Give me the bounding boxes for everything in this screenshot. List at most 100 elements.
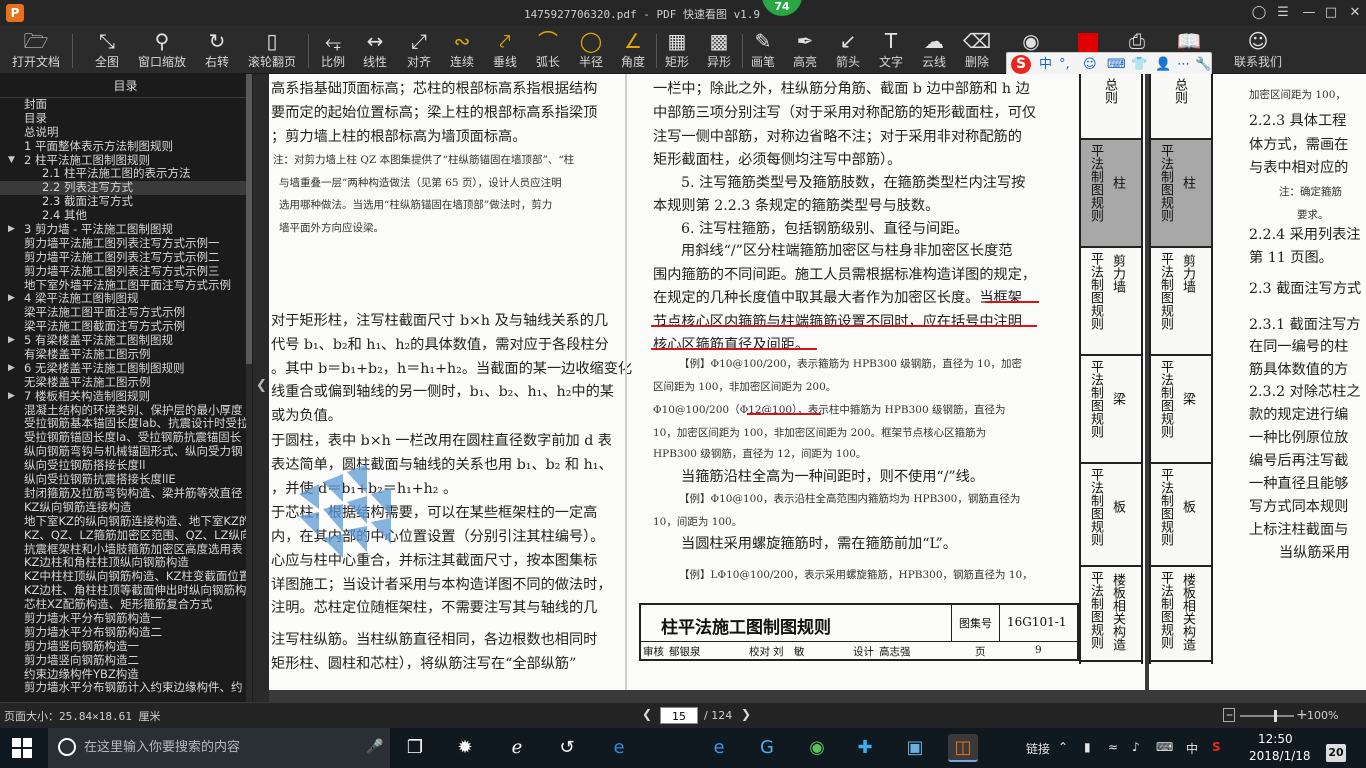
collapsed-arrow-icon[interactable]: ▶ bbox=[8, 334, 15, 348]
toc-item[interactable]: 受拉钢筋基本锚固长度lab、抗震设计时受拉 bbox=[0, 417, 251, 431]
maximize-button[interactable]: □ bbox=[1320, 3, 1342, 23]
toc-item[interactable]: ▶ 4 梁平法施工图制图规 bbox=[0, 292, 251, 306]
toc-item[interactable]: 剪力墙水平分布钢筋构造二 bbox=[0, 626, 251, 640]
ime-skin-icon[interactable]: 👕 bbox=[1131, 56, 1147, 74]
input-language[interactable]: 中 bbox=[1186, 740, 1198, 757]
toc-item[interactable]: 梁平法施工图截面注写方式示例 bbox=[0, 320, 251, 334]
toc-item[interactable]: ▶ 3 剪力墙 - 平法施工图制图规 bbox=[0, 223, 251, 237]
score-badge[interactable]: 74 bbox=[762, 0, 802, 16]
ime-user-icon[interactable]: 👤 bbox=[1155, 56, 1171, 74]
toc-item[interactable]: 目录 bbox=[0, 112, 251, 126]
arrow-button[interactable]: ↙ 箭头 bbox=[831, 28, 865, 72]
ime-punct-icon[interactable]: °, bbox=[1059, 56, 1070, 74]
toc-item[interactable]: 封面 bbox=[0, 98, 251, 112]
toc-item[interactable]: 剪力墙平法施工图列表注写方式示例三 bbox=[0, 265, 251, 279]
tray-expand-icon[interactable]: ⌃ bbox=[1058, 740, 1068, 754]
pinwheel-app-icon[interactable]: ✹ bbox=[450, 734, 480, 762]
toc-item[interactable]: KZ、QZ、LZ箍筋加密区范围、QZ、LZ纵向钢 bbox=[0, 529, 251, 543]
ime-keyboard-icon[interactable]: ⌨ bbox=[1107, 56, 1126, 74]
toc-item[interactable]: 无梁楼盖平法施工图示例 bbox=[0, 376, 251, 390]
text-button[interactable]: T 文字 bbox=[874, 28, 908, 72]
pdf-viewer-task-icon[interactable]: ◫ bbox=[948, 734, 978, 762]
toc-vertical-scrollbar[interactable] bbox=[246, 74, 252, 702]
sogou-logo-icon[interactable]: S bbox=[1011, 55, 1031, 74]
folder-app-icon[interactable]: ▣ bbox=[900, 734, 930, 762]
sidebar-collapse-handle[interactable]: ❮ bbox=[253, 74, 269, 702]
toc-item[interactable]: 纵向受拉钢筋搭接长度ll bbox=[0, 459, 251, 473]
toc-item[interactable]: 2.4 其他 bbox=[0, 209, 251, 223]
fit-all-button[interactable]: ⤡ 全图 bbox=[84, 28, 130, 72]
edge-icon[interactable]: e bbox=[604, 734, 634, 762]
ie-icon[interactable]: e bbox=[704, 734, 734, 762]
tray-link-label[interactable]: 链接 bbox=[1026, 740, 1050, 757]
toc-item[interactable]: 剪力墙水平分布钢筋计入约束边缘构件、约 bbox=[0, 681, 251, 695]
toc-item[interactable]: 剪力墙水平分布钢筋构造一 bbox=[0, 612, 251, 626]
ime-language[interactable]: 中 bbox=[1039, 56, 1052, 74]
toc-item[interactable]: KZ纵向钢筋连接构造 bbox=[0, 501, 251, 515]
toc-item[interactable]: ▶ 5 有梁楼盖平法施工图制图规 bbox=[0, 334, 251, 348]
toc-item[interactable]: 受拉钢筋锚固长度la、受拉钢筋抗震锚固长 bbox=[0, 431, 251, 445]
ime-settings-icon[interactable]: 🔧 bbox=[1195, 56, 1211, 74]
document-view[interactable]: 高系指基础顶面标高；芯柱的根部标高系指根据结构 要而定的起始位置标高；梁上柱的根部… bbox=[269, 74, 1366, 702]
toc-item[interactable]: 约束边缘构件YBZ构造 bbox=[0, 668, 251, 682]
toc-item[interactable]: 剪力墙平法施工图列表注写方式示例一 bbox=[0, 237, 251, 251]
user-icon[interactable]: ◯ bbox=[1248, 3, 1270, 23]
rectangle-button[interactable]: ▦ 矩形 bbox=[660, 28, 694, 72]
ime-emoji-icon[interactable]: ☺ bbox=[1083, 56, 1097, 74]
toc-item[interactable]: 封闭箍筋及拉筋弯钩构造、梁并筋等效直径 bbox=[0, 487, 251, 501]
toc-item[interactable]: 地下室外墙平法施工图平面注写方式示例 bbox=[0, 279, 251, 293]
microphone-icon[interactable]: 🎤 bbox=[366, 739, 383, 755]
plus-app-icon[interactable]: ✚ bbox=[850, 734, 880, 762]
toc-item[interactable]: 地下室KZ的纵向钢筋连接构造、地下室KZ的 bbox=[0, 515, 251, 529]
zoom-level[interactable]: 100% bbox=[1307, 709, 1338, 722]
toc-item[interactable]: KZ边柱、角柱柱顶等截面伸出时纵向钢筋构 bbox=[0, 584, 251, 598]
scale-button[interactable]: ⥆ 比例 bbox=[316, 28, 350, 72]
toc-item[interactable]: 抗震框架柱和小墙肢箍筋加密区高度选用表 bbox=[0, 543, 251, 557]
task-view-icon[interactable]: ❐ bbox=[400, 734, 430, 762]
linear-button[interactable]: ↔ 线性 bbox=[358, 28, 392, 72]
collapsed-arrow-icon[interactable]: ▶ bbox=[8, 292, 15, 306]
open-document-button[interactable]: 🗁 打开文档 bbox=[8, 28, 64, 72]
pen-button[interactable]: ✎ 画笔 bbox=[746, 28, 780, 72]
green-app-icon[interactable]: ◉ bbox=[802, 734, 832, 762]
toc-item[interactable]: 2.3 截面注写方式 bbox=[0, 195, 251, 209]
angle-button[interactable]: ∠ 角度 bbox=[616, 28, 650, 72]
ime-more-icon[interactable]: ⋯ bbox=[1177, 56, 1190, 74]
page-number-input[interactable]: 15 bbox=[660, 707, 698, 724]
clock-date[interactable]: 2018/1/18 bbox=[1249, 749, 1311, 763]
highlight-button[interactable]: ✒ 高亮 bbox=[788, 28, 822, 72]
toc-item[interactable]: 芯柱XZ配筋构造、矩形箍筋复合方式 bbox=[0, 598, 251, 612]
collapsed-arrow-icon[interactable]: ▶ bbox=[8, 223, 15, 237]
zoom-slider[interactable] bbox=[1240, 715, 1294, 717]
clock-time[interactable]: 12:50 bbox=[1258, 732, 1293, 746]
notification-center-button[interactable]: 20 bbox=[1326, 744, 1346, 762]
toc-item[interactable]: 剪力墙竖向钢筋构造一 bbox=[0, 640, 251, 654]
zoom-in-button[interactable]: + bbox=[1296, 707, 1308, 723]
perpendicular-button[interactable]: ⤤ 垂线 bbox=[488, 28, 522, 72]
radius-button[interactable]: ◯ 半径 bbox=[574, 28, 608, 72]
menu-icon[interactable]: ☰ bbox=[1272, 3, 1294, 23]
toc-item[interactable]: 纵向钢筋弯钩与机械锚固形式、纵向受力钢 bbox=[0, 445, 251, 459]
collapsed-arrow-icon[interactable]: ▶ bbox=[8, 362, 15, 376]
scrollbar-thumb[interactable] bbox=[246, 74, 252, 364]
align-button[interactable]: ⤢ 对齐 bbox=[402, 28, 436, 72]
toc-item[interactable]: KZ中柱柱顶纵向钢筋构造、KZ柱变截面位置 bbox=[0, 570, 251, 584]
rotate-right-button[interactable]: ↻ 右转 bbox=[196, 28, 238, 72]
battery-icon[interactable]: ▮ bbox=[1084, 740, 1091, 754]
contact-us-button[interactable]: ☺ 联系我们 bbox=[1230, 28, 1286, 72]
wheel-page-button[interactable]: ▯ 滚轮翻页 bbox=[244, 28, 300, 72]
toc-item[interactable]: 2.1 柱平法施工图的表示方法 bbox=[0, 167, 251, 181]
wifi-icon[interactable]: ≈ bbox=[1108, 740, 1118, 754]
keyboard-icon[interactable]: ⌨ bbox=[1156, 740, 1173, 754]
taskbar-search-input[interactable]: 在这里输入你要搜索的内容 bbox=[48, 728, 390, 768]
arc-length-button[interactable]: ⌒ 弧长 bbox=[531, 28, 565, 72]
next-page-button[interactable]: ❯ bbox=[741, 707, 751, 721]
toc-item[interactable]: KZ边柱和角柱柱顶纵向钢筋构造 bbox=[0, 556, 251, 570]
minimize-button[interactable]: — bbox=[1298, 3, 1320, 23]
toc-item[interactable]: 梁平法施工图平面注写方式示例 bbox=[0, 306, 251, 320]
windows-start-button[interactable] bbox=[12, 738, 32, 758]
cloud-line-button[interactable]: ☁ 云线 bbox=[917, 28, 951, 72]
zoom-slider-handle[interactable] bbox=[1274, 710, 1277, 722]
irregular-button[interactable]: ▩ 异形 bbox=[702, 28, 736, 72]
toc-item[interactable]: 剪力墙平法施工图列表注写方式示例二 bbox=[0, 251, 251, 265]
